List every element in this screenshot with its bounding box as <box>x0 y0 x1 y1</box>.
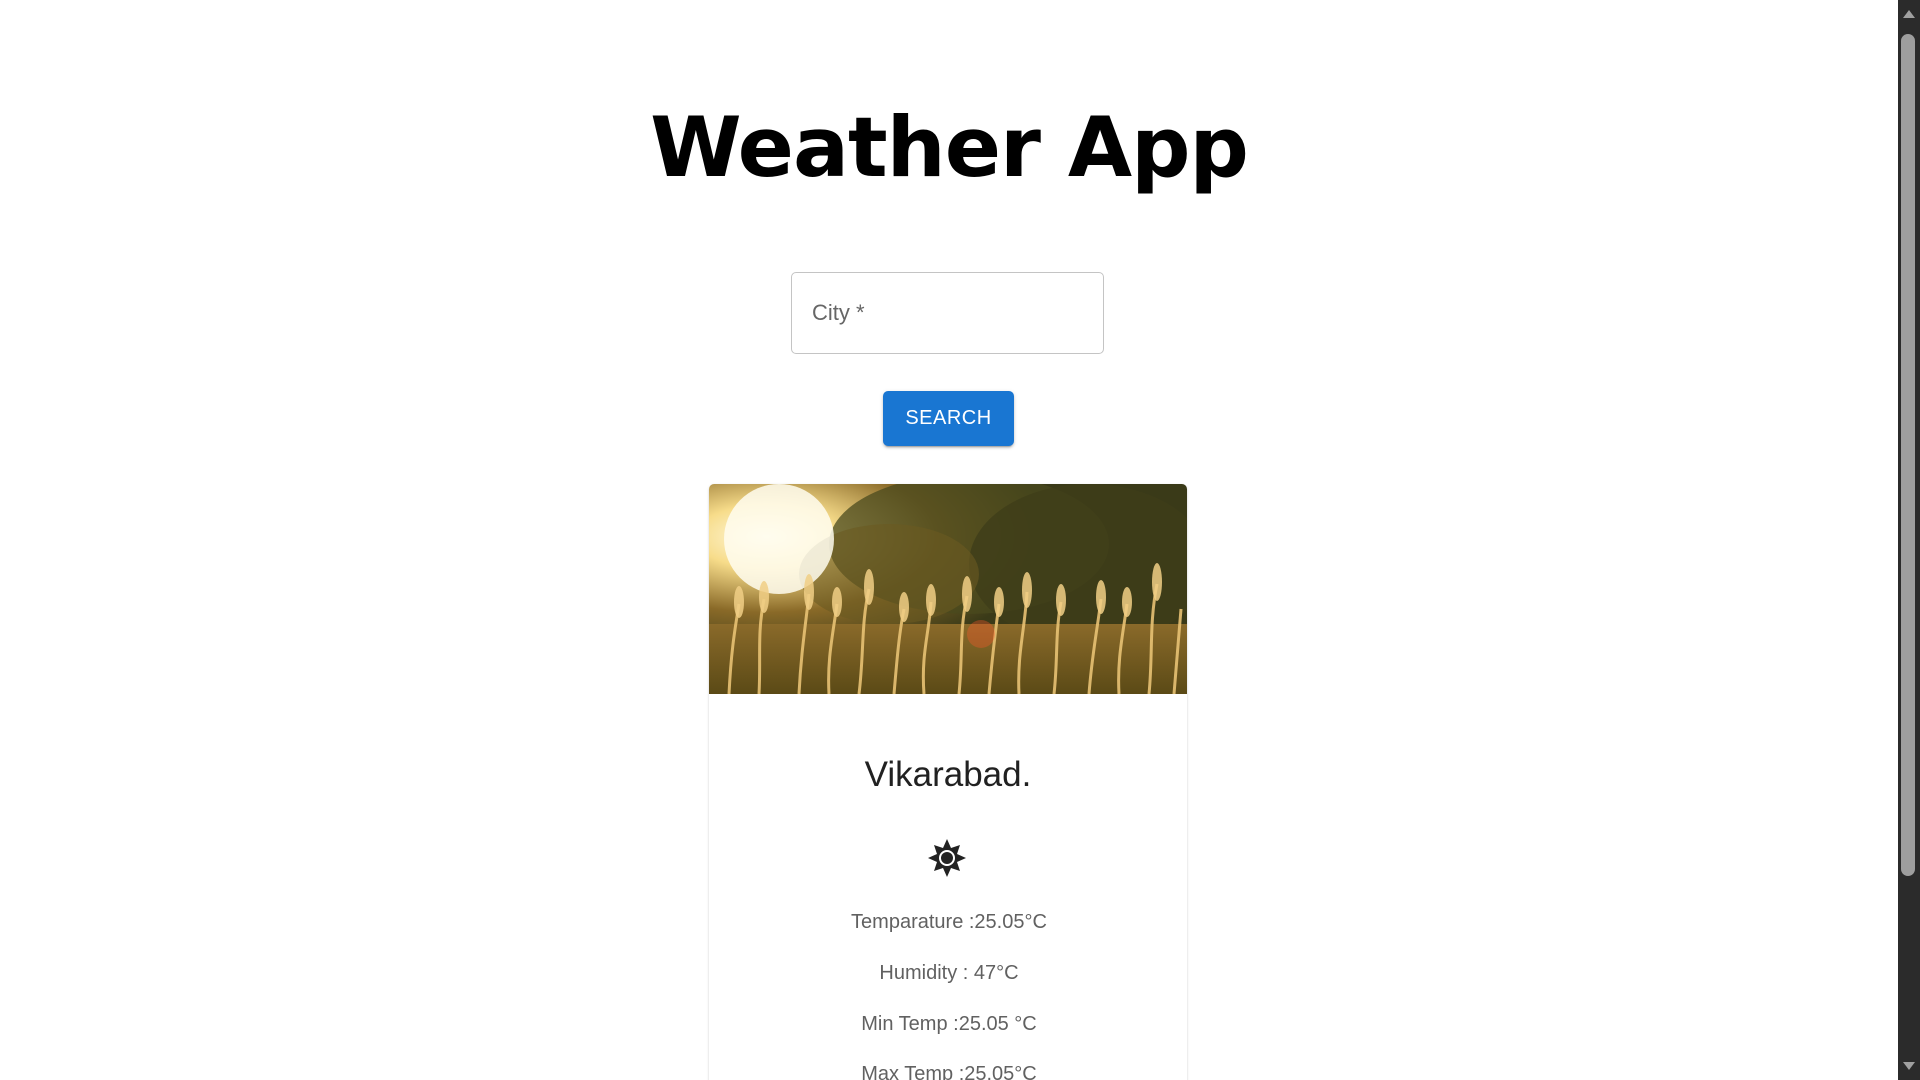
scroll-up-arrow-icon[interactable] <box>1903 10 1915 18</box>
max-temp-text: Max Temp :25.05°C <box>861 1063 1037 1080</box>
scroll-down-arrow-icon[interactable] <box>1903 1062 1915 1070</box>
sun-icon <box>928 839 966 877</box>
humidity-text: Humidity : 47°C <box>879 962 1019 984</box>
weather-card-image <box>709 484 1187 694</box>
page-title: Weather App <box>650 99 1249 196</box>
min-temp-text: Min Temp :25.05 °C <box>861 1013 1037 1035</box>
search-button[interactable]: SEARCH <box>883 391 1014 446</box>
page: Weather App SEARCH <box>0 0 1898 1080</box>
city-field[interactable] <box>791 272 1104 354</box>
temperature-text: Temparature :25.05°C <box>851 911 1047 933</box>
city-name: Vikarabad. <box>864 755 1032 794</box>
vertical-scrollbar[interactable] <box>1898 0 1920 1080</box>
city-input[interactable] <box>792 273 1103 353</box>
scrollbar-thumb[interactable] <box>1901 34 1915 876</box>
